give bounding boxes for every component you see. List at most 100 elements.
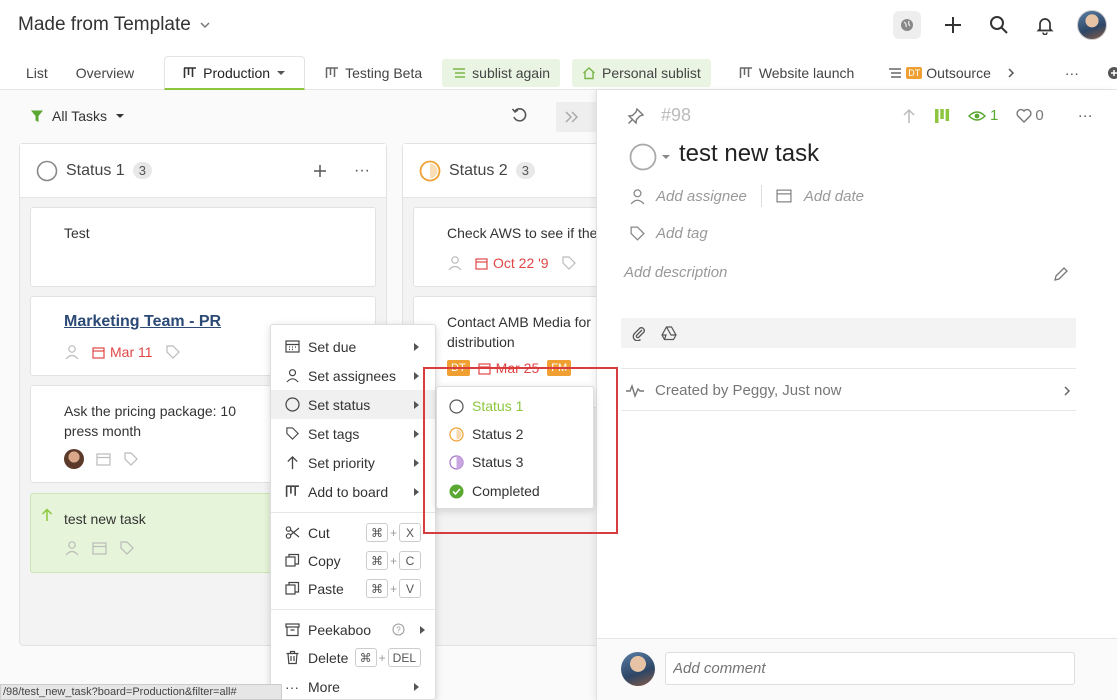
menu-label: Peekaboo xyxy=(308,621,372,638)
menu-set-due[interactable]: Set due xyxy=(271,332,435,361)
tab-label: Website launch xyxy=(758,65,855,81)
task-card[interactable]: Test xyxy=(30,207,376,287)
search-icon xyxy=(990,16,1008,34)
edit-pencil-icon[interactable] xyxy=(1053,266,1069,282)
tab-website-launch[interactable]: Website launch xyxy=(717,56,868,90)
filter-icon xyxy=(31,110,43,122)
menu-set-assignees[interactable]: Set assignees xyxy=(271,361,435,390)
filter-dropdown[interactable]: All Tasks xyxy=(30,108,125,124)
more-dots-icon: ··· xyxy=(285,678,299,695)
add-date[interactable]: Add date xyxy=(804,188,864,205)
board-icon[interactable] xyxy=(934,108,950,124)
plus-sign: + xyxy=(389,553,397,568)
undo-button[interactable] xyxy=(511,107,528,124)
status-option-label: Status 2 xyxy=(472,426,524,442)
eye-icon xyxy=(968,110,986,121)
watchers[interactable]: 1 xyxy=(968,107,998,124)
tab-production[interactable]: Production xyxy=(164,56,306,90)
menu-label: Set assignees xyxy=(308,367,396,384)
status-option-3[interactable]: Status 3 xyxy=(449,451,523,473)
paperclip-icon[interactable] xyxy=(631,325,647,341)
tab-testing-beta[interactable]: Testing Beta xyxy=(305,56,436,90)
activity-row[interactable]: Created by Peggy, Just now xyxy=(625,382,1073,399)
due-date-text: Mar 11 xyxy=(110,344,153,360)
calendar-icon[interactable] xyxy=(96,452,111,467)
assignee-icon[interactable] xyxy=(64,540,80,556)
status-option-2[interactable]: Status 2 xyxy=(449,423,523,445)
plus-sign: + xyxy=(378,650,386,665)
assignee-icon[interactable] xyxy=(64,344,80,360)
add-view-button[interactable] xyxy=(1093,56,1117,90)
calendar-icon[interactable] xyxy=(92,541,107,556)
search-button[interactable] xyxy=(985,11,1013,39)
scissors-icon xyxy=(285,526,300,539)
status-option-completed[interactable]: Completed xyxy=(449,480,540,502)
tag-icon[interactable] xyxy=(119,540,135,556)
status-toggle[interactable] xyxy=(629,143,671,171)
status-option-label: Status 1 xyxy=(472,398,524,414)
menu-label: More xyxy=(308,678,340,695)
user-avatar[interactable] xyxy=(1077,10,1107,40)
due-date[interactable]: Mar 25 xyxy=(478,360,539,376)
menu-peekaboo[interactable]: Peekaboo ? xyxy=(271,615,435,644)
collapse-panel-button[interactable] xyxy=(556,102,596,132)
chevron-right-icon[interactable] xyxy=(1005,67,1017,79)
visibility-button[interactable] xyxy=(893,11,921,39)
assignee-avatar[interactable] xyxy=(64,449,84,469)
menu-label: Cut xyxy=(308,524,330,541)
tag-icon[interactable] xyxy=(123,451,139,467)
project-title[interactable]: Made from Template xyxy=(18,14,211,36)
tab-list[interactable]: List xyxy=(0,56,62,90)
tab-personal-sublist[interactable]: Personal sublist xyxy=(571,59,711,87)
status-option-label: Completed xyxy=(472,483,540,499)
menu-label: Add to board xyxy=(308,483,389,500)
tag-icon[interactable] xyxy=(165,344,181,360)
card-title: Contact AMB Media for distribution xyxy=(447,314,591,350)
add-assignee[interactable]: Add assignee xyxy=(656,188,747,205)
assignee-icon[interactable] xyxy=(447,255,463,271)
menu-delete[interactable]: Delete ⌘ + DEL xyxy=(271,643,435,672)
likes[interactable]: 0 xyxy=(1016,107,1044,124)
shortcut-key: V xyxy=(399,579,421,598)
menu-add-to-board[interactable]: Add to board xyxy=(271,477,435,506)
add-tag[interactable]: Add tag xyxy=(656,225,708,242)
comment-input[interactable] xyxy=(665,652,1075,685)
task-title[interactable]: test new task xyxy=(679,140,819,168)
priority-arrow-up-icon[interactable] xyxy=(902,108,916,124)
menu-label: Paste xyxy=(308,580,344,597)
menu-paste[interactable]: Paste ⌘ + V xyxy=(271,574,435,603)
add-task-icon[interactable] xyxy=(312,163,328,179)
menu-set-status[interactable]: Set status xyxy=(271,390,435,419)
board-icon xyxy=(325,67,339,78)
home-icon xyxy=(583,67,595,80)
tabs-more-button[interactable]: ··· xyxy=(1031,56,1093,90)
google-drive-icon[interactable] xyxy=(661,325,677,341)
tab-overview[interactable]: Overview xyxy=(62,56,164,90)
add-button[interactable] xyxy=(939,11,967,39)
tag-icon[interactable] xyxy=(561,255,577,271)
tab-label: Personal sublist xyxy=(601,65,701,81)
add-description[interactable]: Add description xyxy=(624,264,727,281)
menu-set-priority[interactable]: Set priority xyxy=(271,448,435,477)
status-circle-icon xyxy=(449,398,464,414)
detail-menu-icon[interactable]: ··· xyxy=(1078,107,1093,124)
tab-outsource[interactable]: DT Outsource xyxy=(868,56,1031,90)
menu-cut[interactable]: Cut ⌘ + X xyxy=(271,518,435,547)
tab-sublist-again[interactable]: sublist again xyxy=(442,59,560,87)
notifications-button[interactable] xyxy=(1031,11,1059,39)
tab-label: Production xyxy=(203,64,271,81)
column-menu-icon[interactable]: ··· xyxy=(354,162,370,180)
menu-copy[interactable]: Copy ⌘ + C xyxy=(271,546,435,575)
due-date[interactable]: Mar 11 xyxy=(92,344,153,360)
menu-set-tags[interactable]: Set tags xyxy=(271,419,435,448)
status-option-1[interactable]: Status 1 xyxy=(449,395,523,417)
menu-more[interactable]: ··· More xyxy=(271,672,435,700)
due-date[interactable]: Oct 22 '9 xyxy=(475,255,549,271)
view-tabs: List Overview Production Testing Beta su… xyxy=(0,56,1117,90)
caret-down-icon xyxy=(277,70,286,75)
arrow-up-icon xyxy=(41,508,53,521)
task-id: #98 xyxy=(661,105,692,125)
board-icon xyxy=(285,485,299,497)
pin-icon[interactable] xyxy=(627,107,645,125)
help-circle-icon[interactable]: ? xyxy=(392,623,405,636)
